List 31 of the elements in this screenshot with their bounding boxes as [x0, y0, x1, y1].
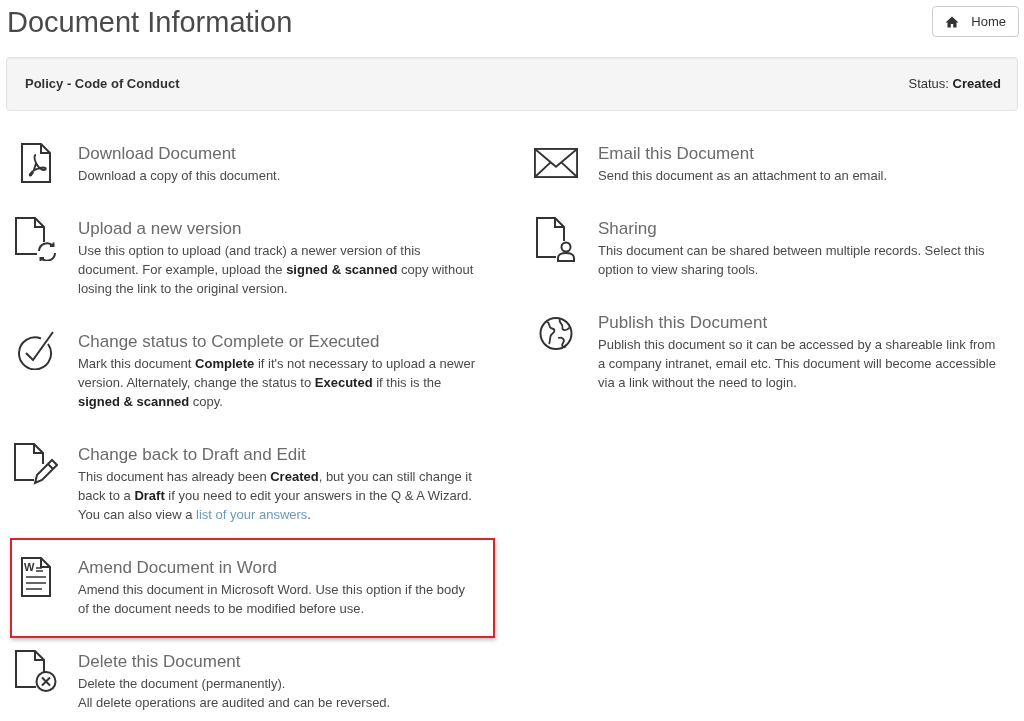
action-description: Delete the document (permanently). All delete operations are audited and can be reversed.: [78, 675, 392, 712]
action-title[interactable]: Sharing: [598, 218, 657, 240]
file-user-icon: [536, 217, 576, 262]
action-title[interactable]: Download Document: [78, 143, 236, 165]
action-description: Send this document as an attachment to an email.: [598, 167, 889, 185]
action-description: This document can be shared between multiple records. Select this option to view sharing tools.: [598, 242, 986, 279]
action-description: Use this option to upload (and track) a newer version of this document. For example, upload the signed & scanned copy without losing the link to the original version.: [78, 242, 475, 298]
action-description: Amend this document in Microsoft Word. Use this option if the body of the document needs to be modified before use.: [78, 581, 467, 618]
action-description: Publish this document so it can be accessed by a shareable link from a company intranet, email etc. This document will become accessible via a link without the need to login.: [598, 336, 997, 392]
document-name: Policy - Code of Conduct: [25, 75, 180, 94]
check-circle-icon: [17, 330, 55, 370]
action-title[interactable]: Amend Document in Word: [78, 557, 278, 579]
home-button[interactable]: Home: [932, 6, 1019, 37]
action-title[interactable]: Publish this Document: [598, 312, 768, 334]
file-pencil-icon: [14, 443, 58, 487]
action-title[interactable]: Change status to Complete or Executed: [78, 331, 380, 353]
action-title[interactable]: Delete this Document: [78, 651, 241, 673]
action-description: Mark this document Complete if it's not necessary to upload a newer version. Alternately, change the status to Executed if this is the signed & scanned copy.: [78, 355, 476, 411]
action-title[interactable]: Email this Document: [598, 143, 754, 165]
action-title[interactable]: Change back to Draft and Edit: [78, 444, 306, 466]
pdf-file-icon: [21, 143, 51, 183]
document-status: Status: Created: [908, 75, 1001, 94]
file-refresh-icon: [15, 217, 57, 261]
file-delete-icon: [15, 650, 57, 692]
page-title: Document Information: [6, 5, 293, 40]
action-description: This document has already been Created, but you can still change it back to a Draft if you need to edit your answers in the Q & A Wizard. You can also view a list of your answers.: [78, 468, 473, 524]
action-description: Download a copy of this document.: [78, 167, 282, 185]
action-title[interactable]: Upload a new version: [78, 218, 242, 240]
envelope-icon: [534, 147, 578, 179]
home-icon: [945, 15, 960, 28]
globe-icon: [539, 316, 573, 351]
